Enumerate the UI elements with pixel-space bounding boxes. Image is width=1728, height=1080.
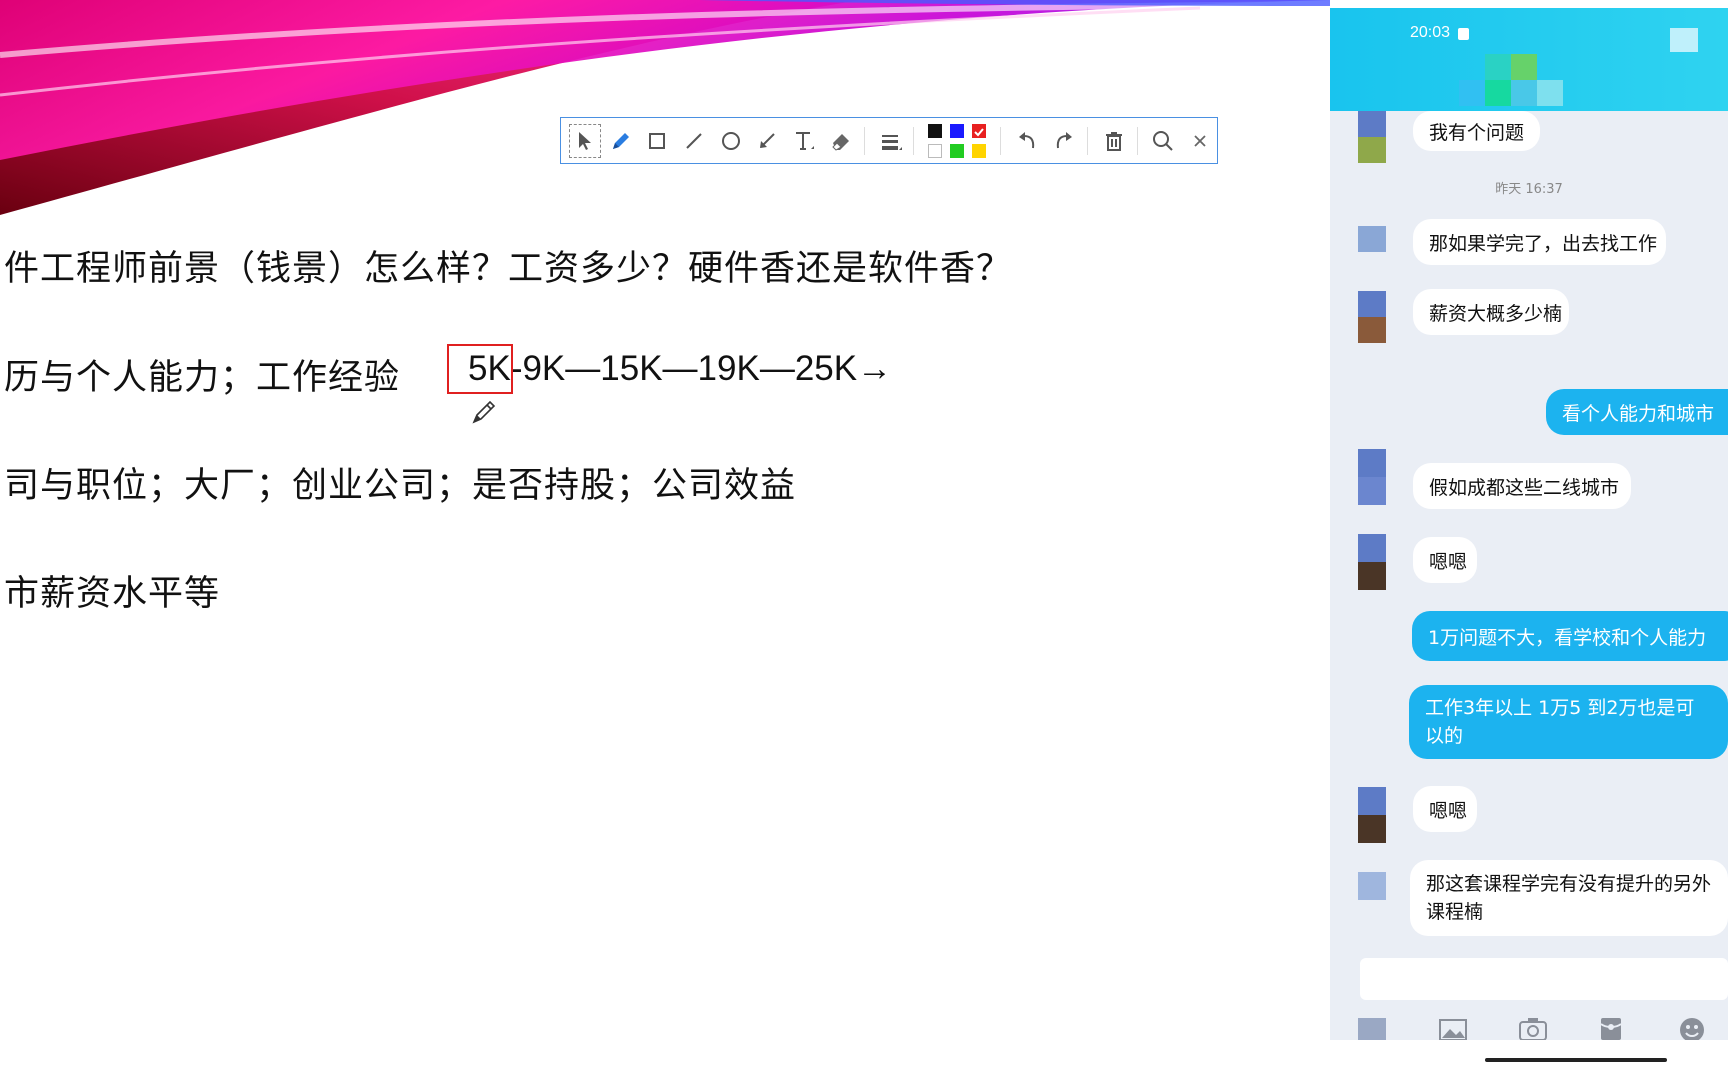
toolbar-divider [1136, 126, 1138, 155]
color-swatch-green[interactable] [950, 143, 965, 158]
close-icon [1194, 134, 1206, 147]
slide-line-4: 市薪资水平等 [4, 574, 221, 614]
line-tool[interactable] [677, 121, 711, 161]
message-bubble-sent: 工作3年以上 1万5 到2万也是可以的 [1409, 685, 1728, 759]
voice-icon[interactable] [1358, 1018, 1386, 1040]
color-swatch-yellow[interactable] [972, 143, 987, 158]
close-button[interactable] [1183, 121, 1217, 161]
status-time: 20:03 [1410, 24, 1451, 41]
salary-arrow: → [857, 349, 893, 388]
annotation-rectangle[interactable] [447, 344, 513, 394]
message-input[interactable] [1360, 958, 1728, 1000]
color-swatch-black[interactable] [928, 123, 943, 138]
chat-header: 20:03 [1330, 8, 1728, 111]
ellipse-icon [721, 131, 740, 150]
avatar[interactable] [1358, 534, 1386, 590]
color-swatch-white[interactable] [928, 143, 943, 158]
color-swatch-blue[interactable] [950, 123, 965, 138]
salary-steps: -9K—15K—19K—25K [510, 349, 858, 388]
eraser-icon [832, 133, 849, 151]
slide-line-3: 司与职位；大厂；创业公司；是否持股；公司效益 [4, 466, 797, 506]
delete-button[interactable] [1097, 121, 1131, 161]
check-icon [974, 127, 985, 136]
line-width-icon [881, 134, 902, 150]
decorative-swoosh [0, 0, 1330, 215]
line-icon [686, 132, 702, 149]
message-bubble: 嗯嗯 [1413, 537, 1477, 583]
salary-progression: 5K-9K—15K—19K—25K→ [468, 349, 892, 389]
message-bubble: 那这套课程学完有没有提升的另外课程楠 [1410, 860, 1728, 936]
pen-icon [612, 132, 629, 149]
avatar[interactable] [1358, 872, 1386, 900]
message-bubble-sent: 看个人能力和城市 [1546, 389, 1728, 435]
toolbar-divider [863, 126, 865, 155]
arrow-icon [760, 132, 776, 148]
ellipse-tool[interactable] [714, 121, 748, 161]
text-icon [796, 131, 815, 150]
undo-icon [1019, 131, 1035, 148]
zoom-button[interactable] [1147, 121, 1181, 161]
rectangle-icon [649, 132, 666, 149]
avatar[interactable] [1358, 291, 1386, 343]
redo-button[interactable] [1047, 121, 1081, 161]
avatar[interactable] [1358, 111, 1386, 163]
eraser-tool[interactable] [824, 121, 858, 161]
color-swatch-red[interactable] [972, 123, 987, 138]
camera-icon[interactable] [1518, 1016, 1548, 1040]
toolbar-divider [1000, 126, 1002, 155]
red-packet-icon[interactable] [1598, 1016, 1624, 1040]
status-app-icon [1458, 28, 1469, 40]
message-bubble: 我有个问题 [1413, 111, 1540, 151]
select-tool[interactable] [569, 123, 601, 158]
phone-chat-screenshot: 20:03 我有个问题 昨天 16:37 那如果学完了，出去找工作 薪资大概多少… [1330, 8, 1728, 1040]
pen-tool[interactable] [604, 121, 638, 161]
delete-icon [1105, 131, 1122, 151]
pen-cursor-icon [472, 400, 496, 424]
undo-button[interactable] [1010, 121, 1044, 161]
line-width-tool[interactable] [874, 121, 908, 161]
toolbar-divider [1086, 126, 1088, 155]
slide-line-1: 件工程师前景（钱景）怎么样？工资多少？硬件香还是软件香？ [4, 249, 1013, 289]
rectangle-tool[interactable] [640, 121, 674, 161]
message-bubble: 那如果学完了，出去找工作 [1413, 219, 1666, 265]
zoom-icon [1153, 130, 1174, 151]
slide-line-2: 历与个人能力；工作经验 [4, 358, 401, 398]
text-tool[interactable] [787, 121, 821, 161]
message-bubble: 假如成都这些二线城市 [1413, 463, 1631, 509]
toolbar-divider [913, 126, 915, 155]
chat-timestamp: 昨天 16:37 [1495, 182, 1563, 197]
avatar[interactable] [1358, 449, 1386, 505]
home-indicator [1485, 1058, 1667, 1062]
redo-icon [1056, 131, 1073, 148]
annotation-toolbar [560, 117, 1218, 164]
avatar[interactable] [1358, 226, 1386, 252]
chat-bottom-bar [1330, 1008, 1728, 1040]
color-palette [928, 123, 987, 158]
arrow-tool[interactable] [751, 121, 785, 161]
avatar[interactable] [1358, 787, 1386, 843]
header-menu-icon[interactable] [1670, 28, 1698, 52]
image-icon[interactable] [1438, 1018, 1468, 1040]
message-bubble-sent: 1万问题不大，看学校和个人能力 [1412, 611, 1728, 661]
message-bubble: 薪资大概多少楠 [1413, 289, 1569, 335]
emoji-icon[interactable] [1678, 1016, 1706, 1040]
message-bubble: 嗯嗯 [1413, 786, 1477, 832]
select-icon [578, 131, 591, 150]
